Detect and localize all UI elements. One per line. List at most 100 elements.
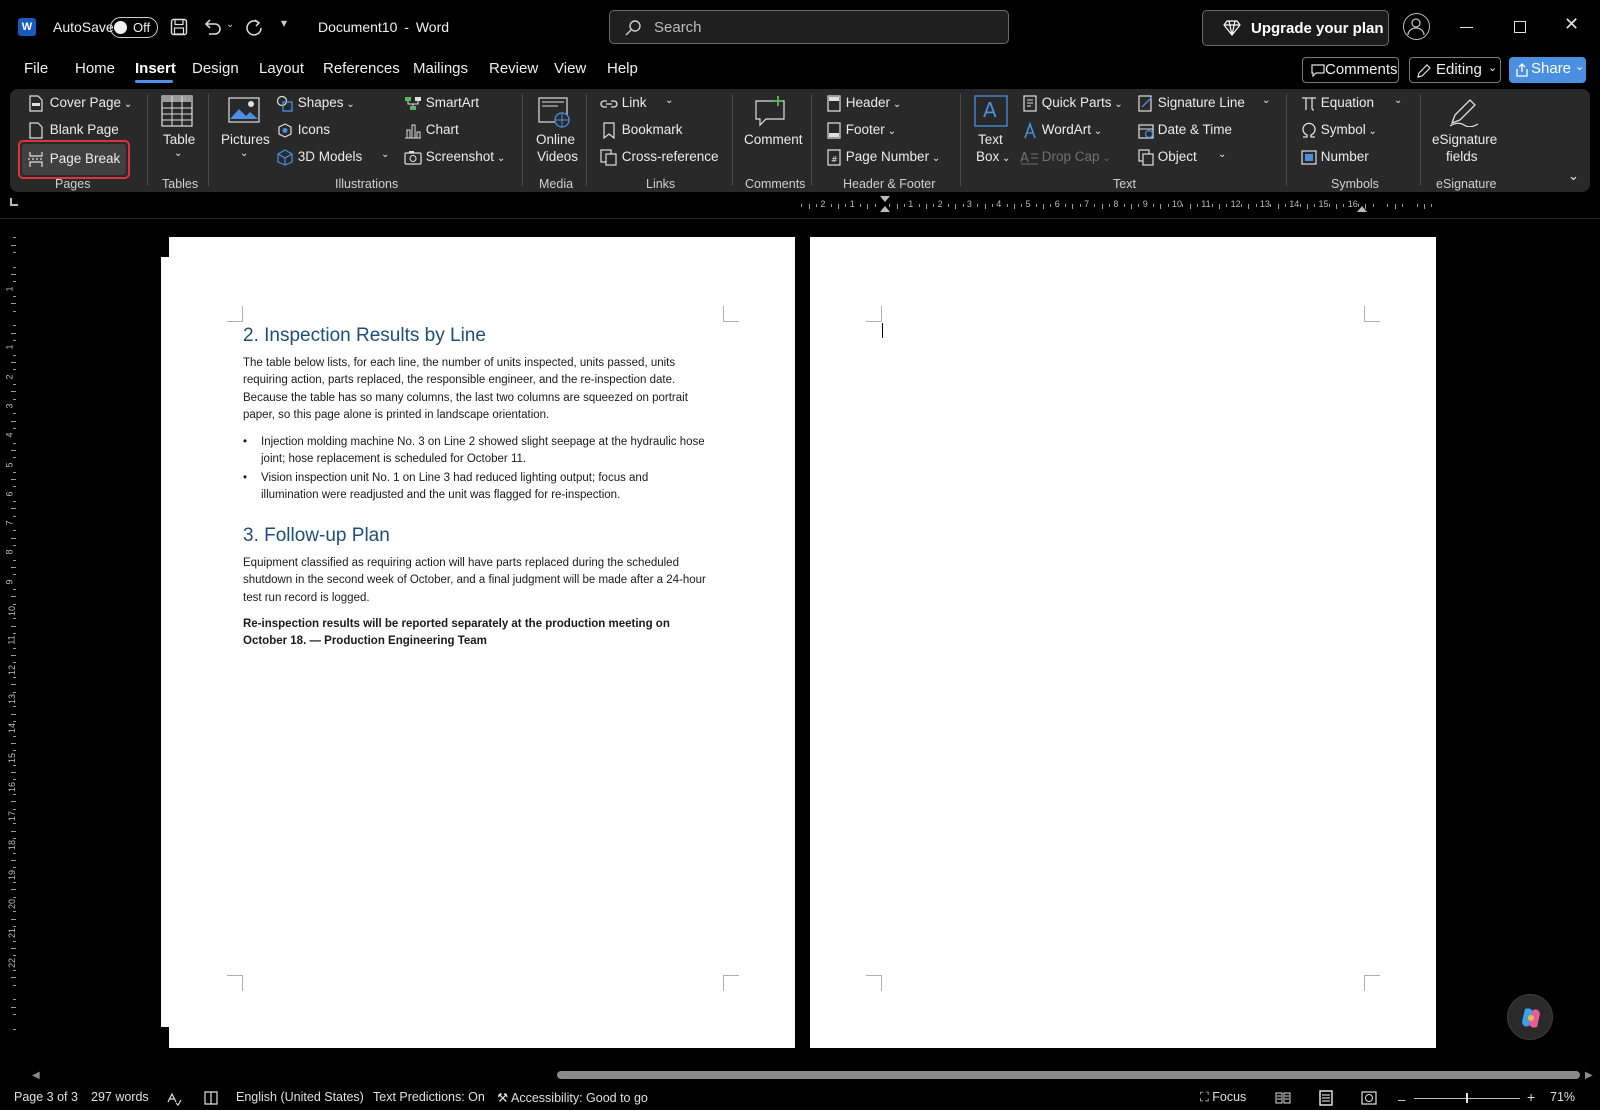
- drop-cap-button[interactable]: A Drop Cap ⌄: [1020, 149, 1111, 166]
- close-icon[interactable]: ✕: [1564, 14, 1579, 35]
- date-time-button[interactable]: Date & Time: [1138, 122, 1232, 139]
- redo-icon[interactable]: [244, 17, 264, 37]
- undo-dropdown-icon[interactable]: ⌄: [226, 19, 234, 30]
- text-predictions-status[interactable]: Text Predictions: On: [373, 1090, 485, 1104]
- tab-file[interactable]: File: [24, 60, 48, 84]
- number-button[interactable]: Number: [1301, 149, 1369, 166]
- right-indent-marker[interactable]: [1357, 206, 1367, 212]
- header-button[interactable]: Header ⌄: [826, 95, 901, 112]
- quick-parts-button[interactable]: Quick Parts ⌄: [1022, 95, 1123, 112]
- search-box[interactable]: Search: [609, 10, 1009, 44]
- section-2-heading[interactable]: 2. Inspection Results by Line: [243, 325, 486, 347]
- tab-references[interactable]: References: [323, 60, 400, 84]
- table-button[interactable]: Table: [163, 132, 195, 147]
- bullet-item-1[interactable]: • Injection molding machine No. 3 on Lin…: [243, 434, 743, 469]
- zoom-in-icon[interactable]: +: [1527, 1089, 1535, 1105]
- horizontal-scrollbar-thumb[interactable]: [557, 1071, 1580, 1079]
- comment-button[interactable]: Comment: [744, 132, 803, 147]
- chart-button[interactable]: Chart: [404, 122, 459, 139]
- cross-reference-button[interactable]: Cross-reference: [600, 149, 719, 166]
- comments-button[interactable]: Comments: [1302, 57, 1399, 83]
- autosave-toggle[interactable]: Off: [110, 17, 158, 38]
- page-number-button[interactable]: # Page Number ⌄: [826, 149, 940, 166]
- section-3-paragraph[interactable]: Equipment classified as requiring action…: [243, 555, 743, 607]
- cover-page-button[interactable]: Cover Page ⌄: [28, 95, 132, 112]
- closing-note[interactable]: Re-inspection results will be reported s…: [243, 616, 743, 651]
- symbol-button[interactable]: Symbol ⌄: [1301, 122, 1377, 139]
- zoom-out-icon[interactable]: –: [1398, 1092, 1405, 1107]
- language-status[interactable]: English (United States): [236, 1090, 364, 1104]
- maximize-icon[interactable]: [1514, 21, 1526, 33]
- ruler-tick: [991, 204, 993, 207]
- link-dropdown-icon[interactable]: ⌄: [665, 95, 673, 106]
- link-button[interactable]: Link: [600, 95, 647, 112]
- text-box-label-1[interactable]: Text: [978, 132, 1003, 147]
- online-videos-label-1[interactable]: Online: [536, 132, 575, 147]
- upgrade-button[interactable]: Upgrade your plan: [1202, 10, 1389, 46]
- blank-page-button[interactable]: Blank Page: [28, 122, 119, 139]
- document-page-2[interactable]: [810, 237, 1436, 1048]
- signature-line-button[interactable]: Signature Line: [1138, 95, 1245, 112]
- wordart-button[interactable]: WordArt ⌄: [1022, 122, 1102, 139]
- bullet-item-2[interactable]: • Vision inspection unit No. 1 on Line 3…: [243, 470, 743, 505]
- icons-button[interactable]: Icons: [276, 122, 330, 139]
- footer-button[interactable]: Footer ⌄: [826, 122, 896, 139]
- page-break-button[interactable]: Page Break: [28, 151, 120, 168]
- focus-mode-button[interactable]: ⛶ Focus: [1200, 1090, 1246, 1105]
- read-mode-icon[interactable]: [1275, 1090, 1291, 1106]
- tab-design[interactable]: Design: [192, 60, 239, 84]
- tab-review[interactable]: Review: [489, 60, 538, 84]
- accessibility-status[interactable]: ⚒ Accessibility: Good to go: [497, 1090, 648, 1105]
- ruler-number: 10: [1172, 199, 1183, 209]
- copilot-button[interactable]: [1507, 994, 1553, 1040]
- smartart-button[interactable]: SmartArt: [404, 95, 479, 112]
- text-box-button[interactable]: Box ⌄: [976, 149, 1010, 164]
- first-line-indent-marker[interactable]: [880, 196, 890, 202]
- zoom-slider-thumb[interactable]: [1466, 1093, 1468, 1103]
- equation-dropdown-icon[interactable]: ⌄: [1394, 95, 1402, 106]
- editing-mode-button[interactable]: Editing ⌄: [1409, 57, 1501, 83]
- equation-button[interactable]: Equation: [1301, 95, 1374, 112]
- esignature-fields-label-1[interactable]: eSignature: [1432, 132, 1497, 147]
- page-count-status[interactable]: Page 3 of 3: [14, 1090, 78, 1104]
- read-book-icon[interactable]: [203, 1090, 219, 1106]
- pictures-dropdown-icon[interactable]: ⌄: [240, 148, 248, 159]
- tab-home[interactable]: Home: [75, 60, 115, 84]
- 3d-models-button[interactable]: 3D Models: [276, 149, 362, 166]
- bookmark-button[interactable]: Bookmark: [600, 122, 683, 139]
- undo-icon[interactable]: [202, 17, 222, 37]
- word-count-status[interactable]: 297 words: [91, 1090, 149, 1104]
- zoom-level[interactable]: 71%: [1550, 1090, 1575, 1104]
- proofing-icon[interactable]: [166, 1090, 182, 1106]
- 3d-models-dropdown-icon[interactable]: ⌄: [381, 149, 389, 160]
- object-button[interactable]: Object: [1138, 149, 1197, 166]
- screenshot-button[interactable]: Screenshot ⌄: [404, 149, 505, 166]
- document-page-1[interactable]: 2. Inspection Results by Line The table …: [169, 237, 795, 1048]
- scroll-right-icon[interactable]: ▶: [1585, 1070, 1593, 1081]
- tab-mailings[interactable]: Mailings: [413, 60, 468, 84]
- tab-selector-icon[interactable]: [10, 198, 18, 206]
- object-dropdown-icon[interactable]: ⌄: [1218, 149, 1226, 160]
- save-icon[interactable]: [170, 18, 188, 36]
- esignature-fields-label-2[interactable]: fields: [1446, 149, 1478, 164]
- pictures-button[interactable]: Pictures: [221, 132, 270, 147]
- collapse-ribbon-icon[interactable]: ⌄: [1568, 168, 1579, 184]
- shapes-button[interactable]: Shapes ⌄: [276, 95, 355, 112]
- signature-line-dropdown-icon[interactable]: ⌄: [1262, 95, 1270, 106]
- customize-toolbar-icon[interactable]: ▾: [281, 16, 287, 30]
- left-indent-marker[interactable]: [880, 206, 890, 212]
- print-layout-icon[interactable]: [1318, 1090, 1334, 1106]
- section-2-paragraph[interactable]: The table below lists, for each line, th…: [243, 355, 743, 425]
- section-3-heading[interactable]: 3. Follow-up Plan: [243, 525, 390, 547]
- tab-help[interactable]: Help: [607, 60, 638, 84]
- page-number-icon: #: [827, 149, 841, 166]
- online-videos-label-2[interactable]: Videos: [537, 149, 578, 164]
- share-button[interactable]: Share ⌄: [1509, 57, 1586, 83]
- tab-layout[interactable]: Layout: [259, 60, 304, 84]
- account-avatar-icon[interactable]: [1403, 13, 1430, 40]
- table-dropdown-icon[interactable]: ⌄: [174, 148, 182, 159]
- scroll-left-icon[interactable]: ◀: [32, 1070, 40, 1081]
- web-layout-icon[interactable]: [1361, 1090, 1377, 1106]
- minimize-icon[interactable]: [1460, 27, 1473, 28]
- tab-view[interactable]: View: [554, 60, 586, 84]
